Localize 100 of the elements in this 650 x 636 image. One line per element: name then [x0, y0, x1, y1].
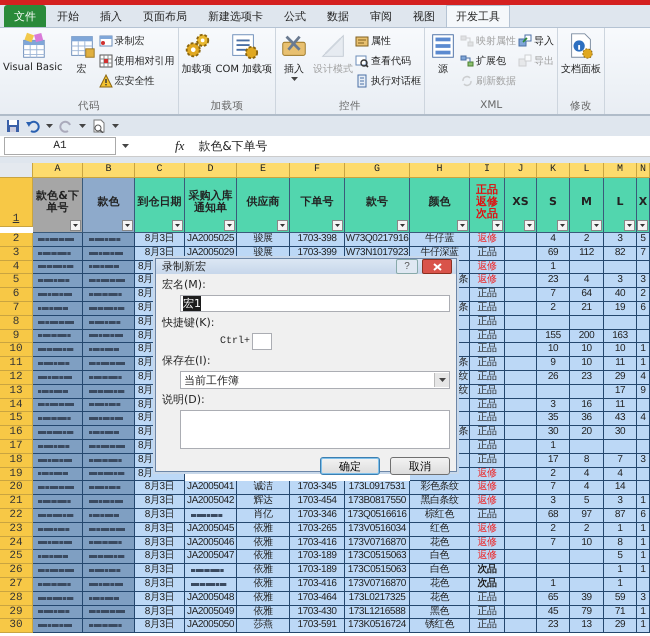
ribbon-tab[interactable]: 数据 — [317, 5, 359, 27]
ribbon-button[interactable]: 导入 — [518, 32, 556, 50]
row-header[interactable]: 15 — [0, 412, 33, 426]
filter-button[interactable] — [557, 220, 568, 231]
row-header[interactable]: 29 — [0, 606, 33, 620]
filter-button[interactable] — [524, 220, 535, 231]
ribbon-button[interactable]: 加载项 — [180, 30, 214, 99]
row-header[interactable]: 7 — [0, 302, 33, 316]
caret-icon[interactable] — [79, 124, 86, 128]
ribbon-button[interactable]: 源 — [426, 30, 460, 99]
ribbon-tab[interactable]: 视图 — [403, 5, 445, 27]
column-header[interactable]: C — [135, 163, 185, 178]
filter-button[interactable] — [457, 220, 468, 231]
row-header[interactable]: 21 — [0, 495, 33, 509]
file-tab[interactable]: 文件 — [4, 5, 46, 27]
row-header[interactable]: 6 — [0, 288, 33, 302]
column-header[interactable]: B — [83, 163, 135, 178]
row-header[interactable]: 20 — [0, 481, 33, 496]
input-field[interactable] — [252, 333, 272, 350]
filter-button[interactable] — [624, 220, 635, 231]
ribbon-button[interactable]: COM 加载项 — [214, 30, 274, 99]
column-header[interactable]: A — [33, 163, 83, 178]
row-header[interactable]: 11 — [0, 357, 33, 371]
row-header[interactable]: 27 — [0, 578, 33, 592]
column-header[interactable]: H — [410, 163, 470, 178]
ribbon-button[interactable]: 宏 — [64, 30, 99, 99]
row-header[interactable]: 8 — [0, 316, 33, 330]
filter-button[interactable] — [277, 220, 288, 231]
column-header[interactable]: G — [345, 163, 410, 178]
filter-button[interactable] — [122, 220, 133, 231]
row-header[interactable]: 9 — [0, 330, 33, 344]
row-header[interactable]: 3 — [0, 246, 33, 261]
save-icon[interactable] — [6, 119, 20, 133]
column-header[interactable]: K — [537, 163, 570, 178]
column-header[interactable]: D — [185, 163, 237, 178]
row-header[interactable]: 1 — [0, 178, 33, 227]
name-box[interactable]: A1 — [4, 137, 116, 155]
column-header[interactable]: F — [290, 163, 345, 178]
row-header[interactable]: 22 — [0, 508, 33, 523]
caret-icon[interactable] — [46, 124, 53, 128]
row-header[interactable]: 18 — [0, 454, 33, 468]
dropdown[interactable]: 当前工作簿 — [180, 371, 450, 389]
row-header[interactable]: 26 — [0, 564, 33, 578]
cancel-button[interactable]: 取消 — [390, 457, 450, 475]
ribbon-button[interactable]: 录制宏 — [98, 32, 177, 50]
filter-button[interactable] — [224, 220, 235, 231]
ribbon-button[interactable]: Visual Basic — [1, 30, 65, 99]
ribbon-button[interactable]: 执行对话框 — [355, 72, 424, 90]
column-header[interactable]: E — [237, 163, 290, 178]
print-preview-icon[interactable] — [92, 119, 106, 133]
row-header[interactable]: 10 — [0, 343, 33, 358]
ribbon-tab[interactable]: 审阅 — [360, 5, 402, 27]
row-header[interactable]: 13 — [0, 384, 33, 399]
ribbon-button[interactable]: 使用相对引用 — [98, 52, 177, 70]
ribbon-button[interactable]: 宏安全性 — [98, 72, 177, 90]
ribbon-tab[interactable]: 页面布局 — [133, 5, 197, 27]
ribbon-tab[interactable]: 插入 — [90, 5, 132, 27]
close-button[interactable] — [422, 259, 452, 274]
undo-icon[interactable] — [26, 119, 40, 133]
row-header[interactable]: 24 — [0, 536, 33, 550]
ribbon-button[interactable]: 属性 — [355, 32, 424, 50]
row-header[interactable]: 14 — [0, 398, 33, 412]
ribbon-button[interactable]: 查看代码 — [355, 52, 424, 70]
row-header[interactable]: 28 — [0, 592, 33, 606]
row-header[interactable]: 25 — [0, 550, 33, 564]
filter-button[interactable] — [70, 220, 81, 231]
row-header[interactable]: 17 — [0, 440, 33, 454]
caret-icon[interactable] — [122, 144, 129, 148]
input-field[interactable]: 宏1 — [180, 295, 450, 312]
ribbon-button[interactable]: 插入 — [277, 30, 312, 99]
filter-button[interactable] — [332, 220, 343, 231]
customize-icon[interactable] — [112, 124, 119, 128]
column-header[interactable]: J — [505, 163, 537, 178]
column-header[interactable]: I — [470, 163, 505, 178]
filter-button[interactable] — [591, 220, 602, 231]
ribbon-tab[interactable]: 公式 — [274, 5, 316, 27]
row-header[interactable]: 4 — [0, 260, 33, 274]
ok-button[interactable]: 确定 — [320, 457, 380, 475]
ribbon-button[interactable]: 扩展包 — [460, 52, 518, 70]
function-label[interactable]: fx — [175, 138, 184, 154]
row-header[interactable]: 2 — [0, 233, 33, 247]
dropdown-button[interactable] — [434, 373, 449, 387]
filter-button[interactable] — [397, 220, 408, 231]
row-header[interactable]: 30 — [0, 619, 33, 634]
column-header[interactable]: L — [570, 163, 604, 178]
ribbon-tab[interactable]: 开发工具 — [446, 5, 510, 27]
ribbon-tab[interactable]: 新建选项卡 — [198, 5, 273, 27]
ribbon-tab[interactable]: 开始 — [47, 5, 89, 27]
row-header[interactable]: 5 — [0, 274, 33, 288]
column-header[interactable]: N — [637, 163, 650, 178]
filter-button[interactable] — [172, 220, 183, 231]
filter-button[interactable] — [637, 220, 648, 231]
column-header[interactable]: M — [604, 163, 637, 178]
row-header[interactable]: 19 — [0, 468, 33, 482]
row-header[interactable]: 12 — [0, 370, 33, 385]
help-button[interactable]: ? — [396, 259, 418, 274]
filter-button[interactable] — [492, 220, 503, 231]
ribbon-button[interactable]: 文档面板 — [559, 30, 604, 99]
row-header[interactable]: 23 — [0, 522, 33, 537]
row-header[interactable]: 16 — [0, 426, 33, 440]
